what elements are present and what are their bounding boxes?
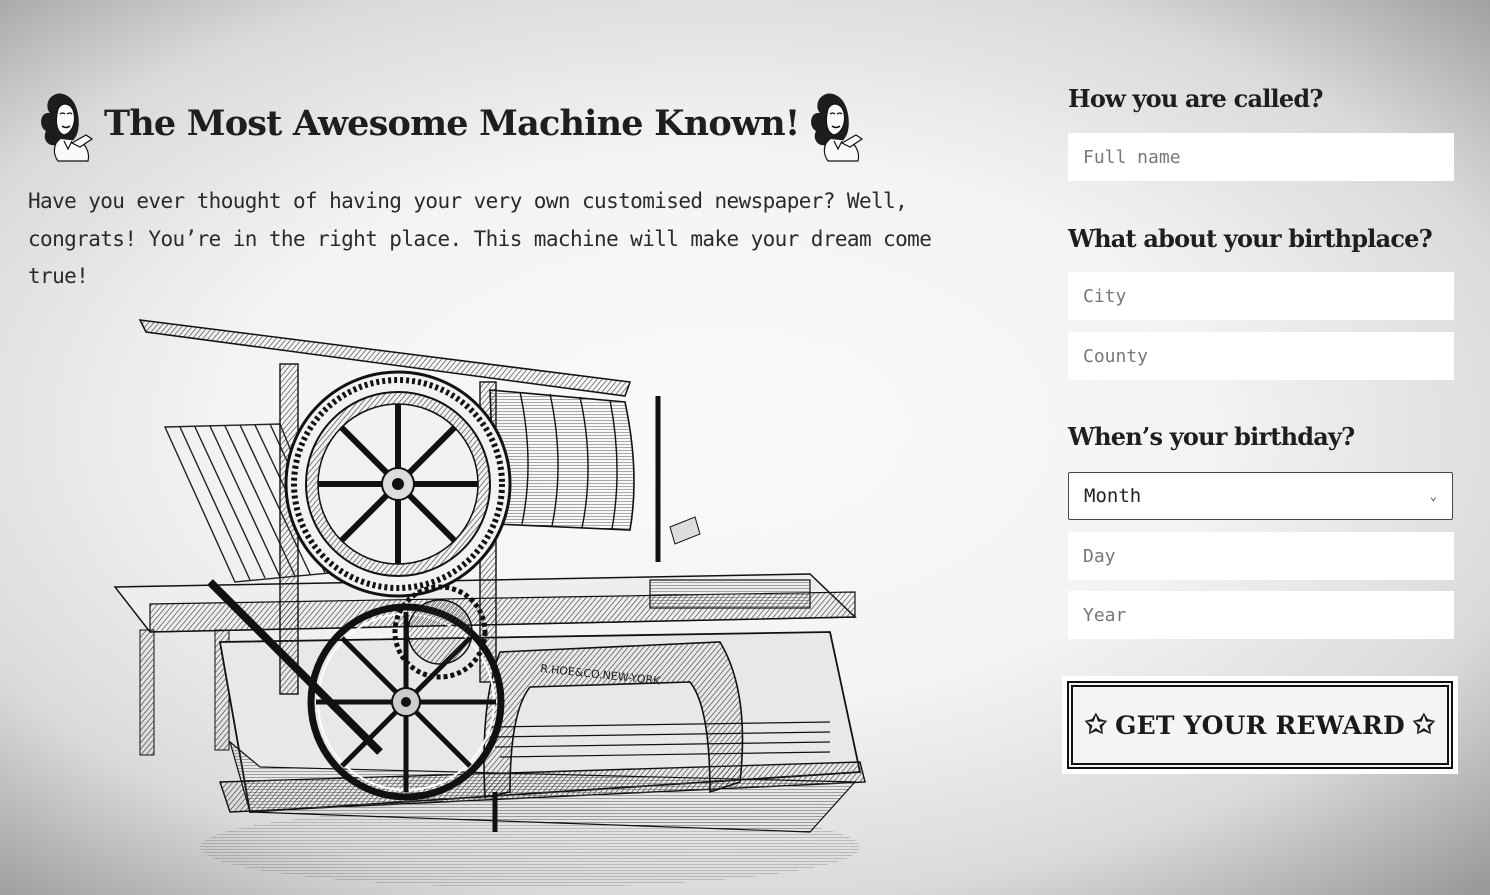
get-reward-button[interactable]: ✩ GET YOUR REWARD ✩ [1067, 681, 1453, 769]
page-header: The Most Awesome Machine Known! [36, 82, 863, 164]
reward-form: How you are called? What about your birt… [1062, 0, 1458, 895]
get-reward-label: GET YOUR REWARD [1115, 710, 1405, 740]
month-select-value: Month [1084, 485, 1142, 507]
retro-lady-icon [810, 93, 863, 162]
page-title: The Most Awesome Machine Known! [104, 102, 800, 144]
retro-lady-icon [41, 93, 94, 162]
county-input[interactable] [1068, 332, 1454, 380]
month-select[interactable]: Month ⌄ [1068, 472, 1453, 520]
birthday-question: When’s your birthday? [1068, 422, 1355, 451]
full-name-input[interactable] [1068, 133, 1454, 181]
star-icon: ✩ [1413, 710, 1435, 740]
star-icon: ✩ [1085, 710, 1107, 740]
city-input[interactable] [1068, 272, 1454, 320]
reward-button-frame: ✩ GET YOUR REWARD ✩ [1062, 676, 1458, 774]
page: The Most Awesome Machine Known! Have you… [0, 0, 1490, 895]
day-input[interactable] [1068, 532, 1454, 580]
intro-paragraph: Have you ever thought of having your ver… [28, 189, 932, 288]
birthplace-question: What about your birthplace? [1068, 224, 1433, 253]
year-input[interactable] [1068, 591, 1454, 639]
chevron-down-icon: ⌄ [1429, 489, 1437, 503]
name-question: How you are called? [1068, 84, 1323, 113]
printing-press-illustration: R.HOE&CO.NEW-YORK [113, 319, 866, 887]
